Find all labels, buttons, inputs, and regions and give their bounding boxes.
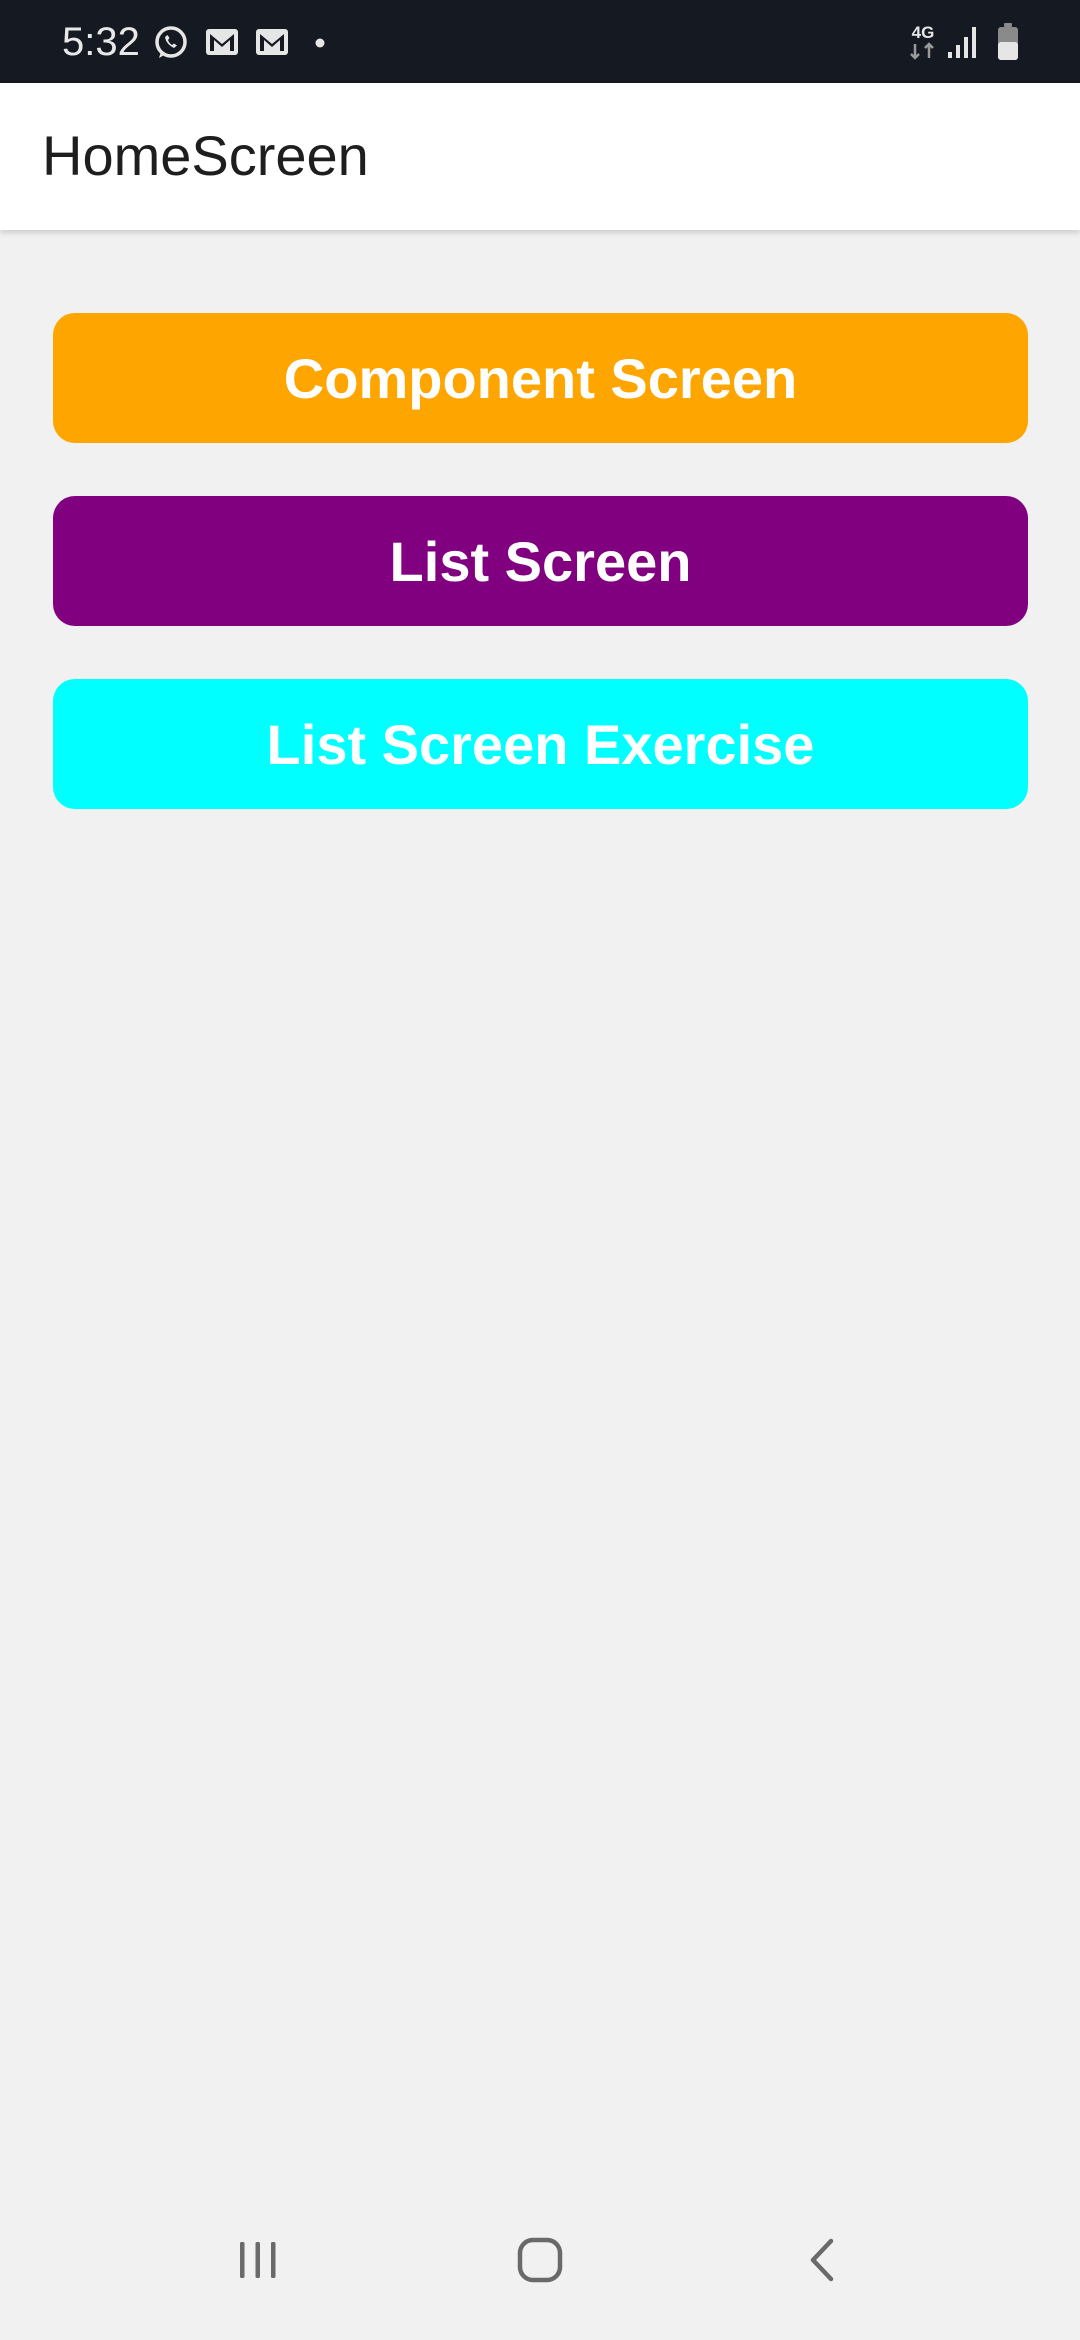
network-4g-icon: 4G (906, 22, 940, 67)
list-screen-exercise-button-label: List Screen Exercise (266, 712, 815, 776)
main-content: Component Screen List Screen List Screen… (0, 230, 1080, 2180)
list-screen-button-label: List Screen (389, 529, 692, 593)
battery-icon (996, 22, 1020, 67)
status-time: 5:32 (62, 20, 140, 64)
system-navigation-bar (0, 2180, 1080, 2340)
status-bar: 5:32 4G (0, 0, 1080, 83)
whatsapp-icon (152, 24, 190, 67)
component-screen-button[interactable]: Component Screen (53, 313, 1028, 443)
signal-icon (946, 22, 980, 65)
gmail-icon (204, 24, 240, 65)
back-icon[interactable] (762, 2180, 882, 2340)
list-screen-exercise-button[interactable]: List Screen Exercise (53, 679, 1028, 809)
recent-apps-icon[interactable] (198, 2180, 318, 2340)
page-title: HomeScreen (42, 124, 369, 187)
home-icon[interactable] (480, 2180, 600, 2340)
app-bar: HomeScreen (0, 83, 1080, 230)
network-type-label: 4G (912, 23, 935, 42)
component-screen-button-label: Component Screen (283, 346, 798, 410)
notification-dot-icon (314, 36, 326, 54)
gmail-icon (254, 24, 290, 65)
list-screen-button[interactable]: List Screen (53, 496, 1028, 626)
